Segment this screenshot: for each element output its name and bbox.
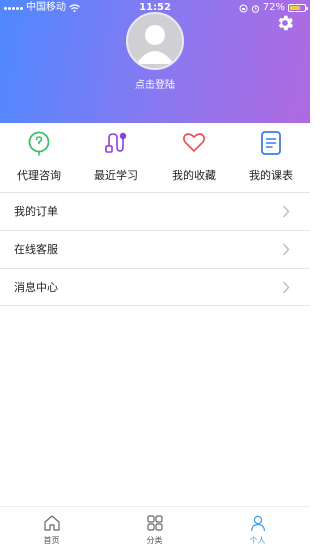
battery-icon <box>288 4 308 12</box>
menu-item-label: 在线客服 <box>14 243 58 256</box>
login-link[interactable]: 点击登陆 <box>0 76 310 91</box>
home-icon <box>44 515 60 531</box>
menu-item-customer-service[interactable]: 在线客服 <box>0 230 310 268</box>
quick-action-label: 我的收藏 <box>172 169 216 182</box>
learning-path-icon <box>105 132 127 153</box>
quick-action-recent-study[interactable]: 最近学习 <box>77 123 155 191</box>
profile-header: 中国移动 11:52 72% 点击登陆 <box>0 0 310 123</box>
chevron-right-icon <box>283 281 290 294</box>
document-icon <box>261 131 281 155</box>
tab-label: 首页 <box>43 536 60 545</box>
chevron-right-icon <box>283 205 290 218</box>
rotation-lock-icon <box>239 4 248 12</box>
quick-action-favorites[interactable]: 我的收藏 <box>155 123 233 191</box>
chevron-right-icon <box>283 243 290 256</box>
menu-item-messages[interactable]: 消息中心 <box>0 268 310 306</box>
menu-item-orders[interactable]: 我的订单 <box>0 192 310 230</box>
quick-action-label: 我的课表 <box>249 169 293 182</box>
grid-icon <box>147 515 163 531</box>
person-icon <box>250 515 266 532</box>
tab-label: 个人 <box>249 536 266 545</box>
tab-categories[interactable]: 分类 <box>103 507 206 550</box>
question-bubble-icon <box>28 131 50 156</box>
quick-action-agent-consult[interactable]: 代理咨询 <box>0 123 78 191</box>
settings-menu: 我的订单 在线客服 消息中心 <box>0 192 310 306</box>
tab-home[interactable]: 首页 <box>0 507 103 550</box>
quick-action-timetable[interactable]: 我的课表 <box>232 123 310 191</box>
quick-actions: 代理咨询 最近学习 我的收藏 我的课表 <box>0 123 310 191</box>
quick-action-label: 最近学习 <box>94 169 138 182</box>
tab-label: 分类 <box>146 536 163 545</box>
person-silhouette-icon <box>136 25 174 64</box>
heart-icon <box>183 133 205 152</box>
tab-profile[interactable]: 个人 <box>206 507 309 550</box>
menu-item-label: 我的订单 <box>14 205 58 218</box>
menu-item-label: 消息中心 <box>14 281 58 294</box>
alarm-icon <box>251 4 259 13</box>
avatar[interactable] <box>126 12 184 70</box>
quick-action-label: 代理咨询 <box>17 169 61 182</box>
gear-icon[interactable] <box>275 13 295 33</box>
tab-bar: 首页 分类 个人 <box>0 506 310 550</box>
